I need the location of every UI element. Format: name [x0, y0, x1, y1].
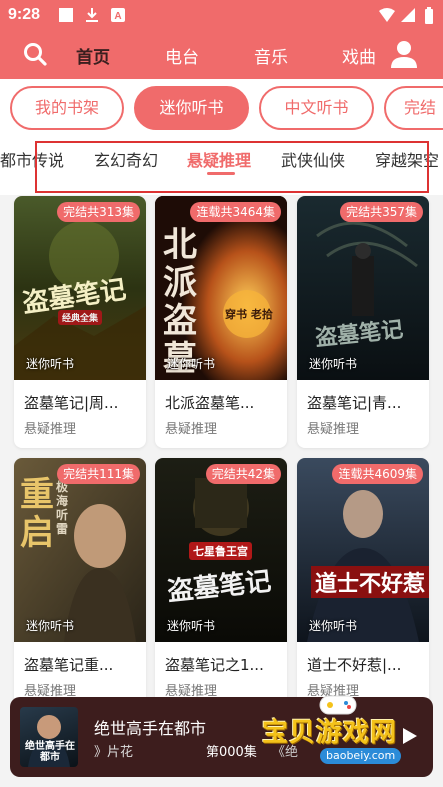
- watermark: 宝贝游戏网 baobeiy.com: [262, 694, 420, 770]
- svg-text:A: A: [114, 11, 121, 22]
- book-card[interactable]: 盗墓笔记 完结共357集 迷你听书 盗墓笔记|青... 悬疑推理: [297, 196, 429, 448]
- episode-badge: 连载共4609集: [332, 464, 423, 484]
- source-label: 迷你听书: [26, 619, 75, 633]
- highlight-box: [35, 141, 429, 193]
- player-episode: 第000集: [206, 745, 257, 760]
- cover-subtitle: 极海听雷: [56, 480, 69, 536]
- tab-music[interactable]: 音乐: [254, 43, 288, 68]
- book-title: 盗墓笔记|青...: [307, 394, 402, 412]
- book-category: 悬疑推理: [24, 422, 77, 437]
- cover-subtitle: 穿书 老拾: [225, 308, 273, 321]
- book-cover: 道士不好惹 连载共4609集 迷你听书: [297, 458, 429, 642]
- watermark-url: baobeiy.com: [320, 748, 402, 764]
- search-icon[interactable]: [22, 41, 48, 67]
- user-icon[interactable]: [389, 39, 419, 69]
- genre-tabs: 都市传说 玄幻奇幻 悬疑推理 武侠仙侠 穿越架空: [0, 137, 443, 195]
- notification-square-icon: [59, 8, 73, 22]
- player-title: 绝世高手在都市: [94, 719, 207, 738]
- cover-title: 重启: [20, 475, 54, 553]
- book-category: 悬疑推理: [165, 422, 218, 437]
- top-nav: 首页 电台 音乐 戏曲: [0, 31, 443, 79]
- pill-mini-audiobook[interactable]: 迷你听书: [134, 86, 249, 130]
- battery-icon: [425, 7, 433, 24]
- book-cover: 盗墓笔记 经典全集 完结共313集 迷你听书: [14, 196, 146, 380]
- episode-badge: 完结共357集: [340, 202, 423, 222]
- wifi-icon: [379, 8, 395, 22]
- thumbnail-title: 绝世高手在都市: [25, 741, 75, 763]
- book-card[interactable]: 重启 极海听雷 完结共111集 迷你听书 盗墓笔记重... 悬疑推理: [14, 458, 146, 710]
- book-title: 北派盗墓笔...: [165, 394, 255, 412]
- cover-art: [297, 458, 429, 642]
- player-thumbnail: 绝世高手在都市: [20, 707, 78, 767]
- book-title: 道士不好惹|...: [307, 656, 402, 674]
- book-card[interactable]: 北派盗墓 穿书 老拾 连载共3464集 迷你听书 北派盗墓笔... 悬疑推理: [155, 196, 287, 448]
- book-title: 盗墓笔记之1...: [165, 656, 264, 674]
- tab-home[interactable]: 首页: [76, 43, 110, 68]
- book-cover: 七星鲁王宫 盗墓笔记 完结共42集 迷你听书: [155, 458, 287, 642]
- pill-chinese-audiobook[interactable]: 中文听书: [259, 86, 374, 130]
- tab-radio[interactable]: 电台: [165, 43, 199, 68]
- book-card[interactable]: 道士不好惹 连载共4609集 迷你听书 道士不好惹|... 悬疑推理: [297, 458, 429, 710]
- book-card[interactable]: 盗墓笔记 经典全集 完结共313集 迷你听书 盗墓笔记|周... 悬疑推理: [14, 196, 146, 448]
- book-title: 盗墓笔记重...: [24, 656, 114, 674]
- cover-title: 道士不好惹: [311, 566, 429, 598]
- pill-my-bookshelf[interactable]: 我的书架: [10, 86, 124, 130]
- book-title: 盗墓笔记|周...: [24, 394, 119, 412]
- book-card[interactable]: 七星鲁王宫 盗墓笔记 完结共42集 迷你听书 盗墓笔记之1... 悬疑推理: [155, 458, 287, 710]
- source-label: 迷你听书: [309, 357, 358, 371]
- episode-badge: 完结共111集: [57, 464, 140, 484]
- source-label: 迷你听书: [167, 619, 216, 633]
- pill-finished[interactable]: 完结: [384, 86, 443, 130]
- episode-badge: 连载共3464集: [190, 202, 281, 222]
- signal-icon: [401, 8, 415, 22]
- cover-subtitle: 七星鲁王宫: [189, 542, 252, 560]
- status-bar: 9:28 A: [0, 0, 443, 31]
- watermark-title: 宝贝游戏网: [262, 718, 398, 748]
- episode-badge: 完结共42集: [205, 464, 281, 484]
- source-label: 迷你听书: [309, 619, 358, 633]
- app-notification-icon: A: [111, 8, 125, 22]
- status-time: 9:28: [8, 6, 41, 23]
- book-cover: 重启 极海听雷 完结共111集 迷你听书: [14, 458, 146, 642]
- source-label: 迷你听书: [26, 357, 75, 371]
- book-cover: 北派盗墓 穿书 老拾 连载共3464集 迷你听书: [155, 196, 287, 380]
- source-label: 迷你听书: [167, 357, 216, 371]
- cover-subtitle: 经典全集: [58, 310, 103, 325]
- book-category: 悬疑推理: [307, 422, 360, 437]
- player-note: 》片花: [94, 745, 134, 760]
- book-cover: 盗墓笔记 完结共357集 迷你听书: [297, 196, 429, 380]
- tab-opera[interactable]: 戏曲: [342, 43, 376, 68]
- download-icon: [86, 8, 98, 22]
- episode-badge: 完结共313集: [57, 202, 140, 222]
- category-pills: 我的书架 迷你听书 中文听书 完结: [0, 79, 443, 137]
